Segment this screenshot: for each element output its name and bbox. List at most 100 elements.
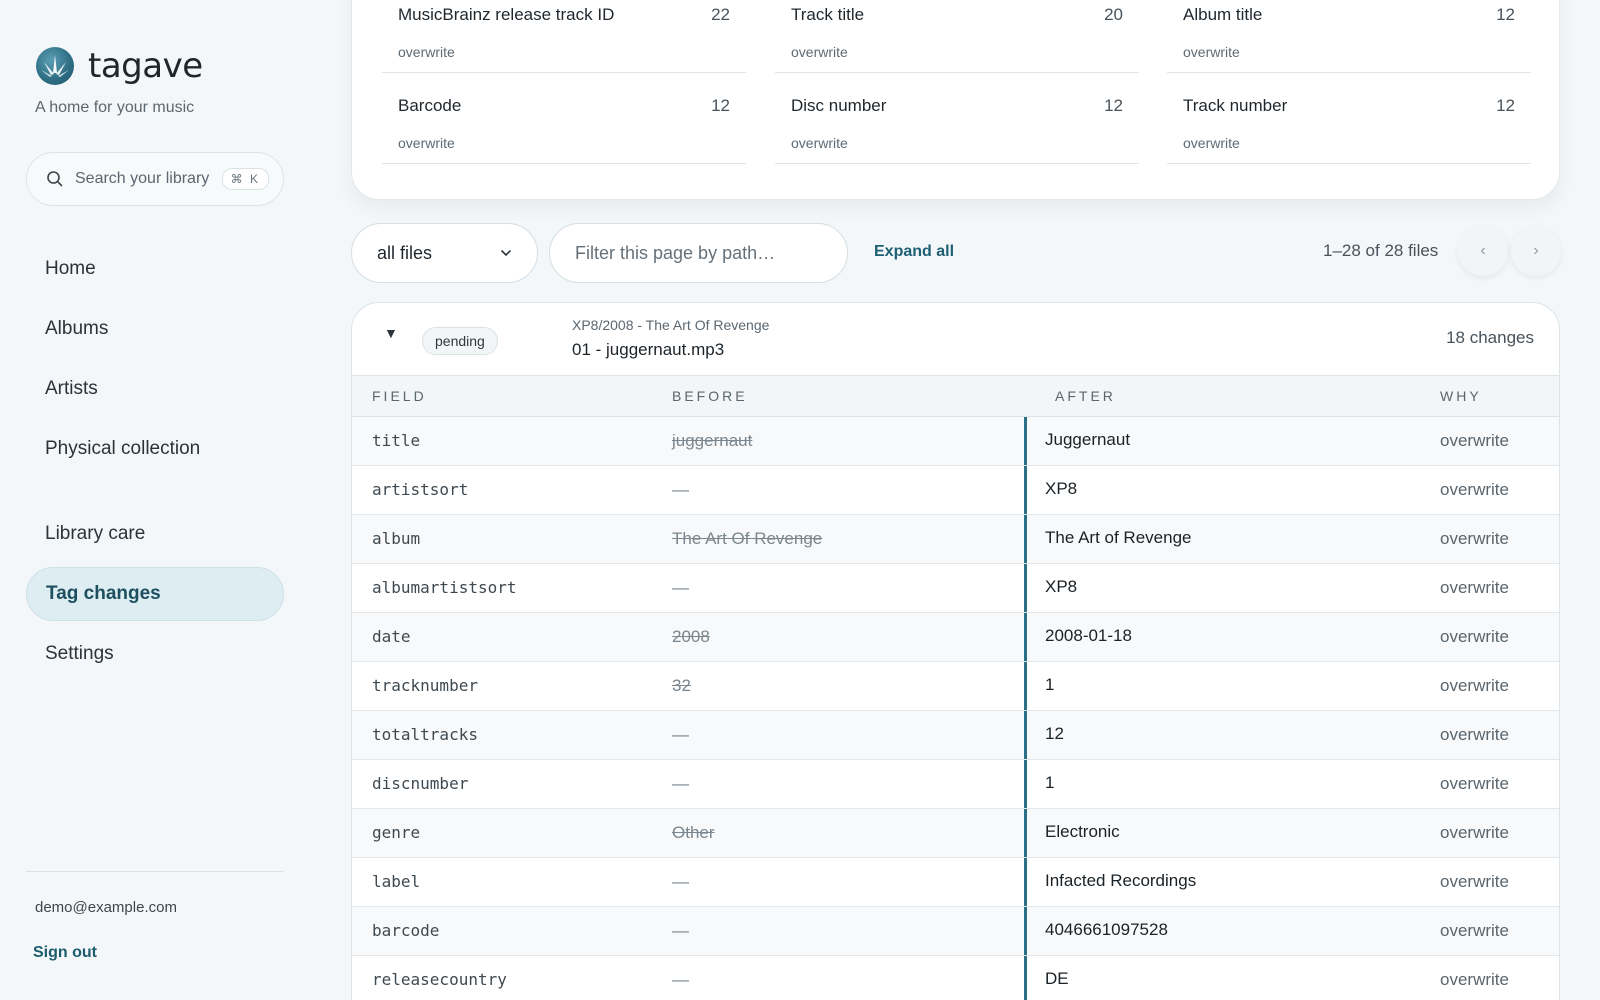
changes-table-body: title juggernaut Juggernaut overwrite artist… xyxy=(352,417,1559,1000)
file-scope-value: all files xyxy=(377,242,433,263)
after-value: XP8 xyxy=(1024,466,1394,514)
after-value: 1 xyxy=(1024,760,1394,808)
nav-item-physical-collection[interactable]: Physical collection xyxy=(26,422,284,476)
chevron-left-icon: ‹ xyxy=(1480,242,1486,259)
after-value: DE xyxy=(1024,956,1394,1000)
field-name: genre xyxy=(372,823,421,842)
file-scope-select[interactable]: all files xyxy=(351,223,538,283)
column-header-field: FIELD xyxy=(372,388,427,404)
column-header-after: AFTER xyxy=(1055,388,1116,404)
changes-table-header: FIELD BEFORE AFTER WHY xyxy=(352,376,1559,417)
account-email: demo@example.com xyxy=(35,899,177,916)
field-name: label xyxy=(372,872,421,891)
before-value: — xyxy=(672,725,689,744)
field-name: albumartistsort xyxy=(372,578,517,597)
brand-logo[interactable]: tagave xyxy=(36,46,203,86)
before-value: — xyxy=(672,921,689,940)
summary-field-name: Album title xyxy=(1183,5,1263,24)
summary-field-name: MusicBrainz release track ID xyxy=(398,5,615,24)
table-row: album The Art Of Revenge The Art of Reveng… xyxy=(352,515,1559,564)
after-value: The Art of Revenge xyxy=(1024,515,1394,563)
nav-item-settings[interactable]: Settings xyxy=(26,627,284,681)
change-reason: overwrite xyxy=(1440,725,1509,744)
before-value: 32 xyxy=(672,676,691,695)
field-summary-card: MusicBrainz release track ID 22 overwrit… xyxy=(351,0,1560,200)
summary-field-name: Barcode xyxy=(398,96,462,115)
summary-cell: Track number 12 overwrite xyxy=(1167,74,1531,164)
next-page-button[interactable]: › xyxy=(1511,226,1561,276)
agave-logo-icon xyxy=(36,47,74,85)
before-value: — xyxy=(672,480,689,499)
table-row: artistsort — XP8 overwrite xyxy=(352,466,1559,515)
file-folder-path: XP8/2008 - The Art Of Revenge xyxy=(572,317,770,333)
field-name: album xyxy=(372,529,421,548)
sign-out-link[interactable]: Sign out xyxy=(33,944,97,962)
file-change-card: ▼ pending XP8/2008 - The Art Of Revenge … xyxy=(351,302,1560,1000)
after-value: Juggernaut xyxy=(1024,417,1394,465)
status-badge: pending xyxy=(422,327,498,355)
summary-rule: overwrite xyxy=(398,44,455,60)
change-reason: overwrite xyxy=(1440,774,1509,793)
brand-name: tagave xyxy=(88,46,203,86)
field-name: discnumber xyxy=(372,774,469,793)
summary-rule: overwrite xyxy=(791,135,848,151)
after-value: XP8 xyxy=(1024,564,1394,612)
change-reason: overwrite xyxy=(1440,578,1509,597)
library-search[interactable]: Search your library ⌘ K xyxy=(26,152,284,206)
change-reason: overwrite xyxy=(1440,431,1509,450)
summary-field-name: Disc number xyxy=(791,96,887,115)
field-name: totaltracks xyxy=(372,725,478,744)
path-filter-input[interactable] xyxy=(549,223,848,283)
summary-rule: overwrite xyxy=(398,135,455,151)
summary-cell: MusicBrainz release track ID 22 overwrit… xyxy=(382,0,746,73)
after-value: 1 xyxy=(1024,662,1394,710)
table-row: discnumber — 1 overwrite xyxy=(352,760,1559,809)
summary-rule: overwrite xyxy=(1183,135,1240,151)
chevron-down-icon xyxy=(501,250,511,256)
summary-count: 12 xyxy=(711,96,730,115)
table-row: totaltracks — 12 overwrite xyxy=(352,711,1559,760)
change-reason: overwrite xyxy=(1440,676,1509,695)
summary-rule: overwrite xyxy=(791,44,848,60)
change-reason: overwrite xyxy=(1440,480,1509,499)
change-count: 18 changes xyxy=(1446,328,1534,347)
search-icon xyxy=(47,171,63,187)
column-header-why: WHY xyxy=(1440,388,1482,404)
before-value: The Art Of Revenge xyxy=(672,529,823,548)
nav-item-library-care[interactable]: Library care xyxy=(26,507,284,561)
table-row: genre Other Electronic overwrite xyxy=(352,809,1559,858)
before-value: Other xyxy=(672,823,715,842)
table-row: albumartistsort — XP8 overwrite xyxy=(352,564,1559,613)
nav-item-albums[interactable]: Albums xyxy=(26,302,284,356)
nav-item-artists[interactable]: Artists xyxy=(26,362,284,416)
nav-item-home[interactable]: Home xyxy=(26,242,284,296)
summary-cell: Barcode 12 overwrite xyxy=(382,74,746,164)
before-value: — xyxy=(672,578,689,597)
summary-field-name: Track title xyxy=(791,5,865,24)
field-name: artistsort xyxy=(372,480,469,499)
before-value: 2008 xyxy=(672,627,710,646)
table-row: date 2008 2008-01-18 overwrite xyxy=(352,613,1559,662)
search-shortcut-badge: ⌘ K xyxy=(221,168,269,190)
change-reason: overwrite xyxy=(1440,970,1509,989)
expand-all-button[interactable]: Expand all xyxy=(874,243,954,261)
table-row: tracknumber 32 1 overwrite xyxy=(352,662,1559,711)
after-value: 2008-01-18 xyxy=(1024,613,1394,661)
chevron-right-icon: › xyxy=(1533,242,1539,259)
field-name: barcode xyxy=(372,921,440,940)
prev-page-button[interactable]: ‹ xyxy=(1458,226,1508,276)
collapse-toggle-icon[interactable]: ▼ xyxy=(384,325,398,341)
change-reason: overwrite xyxy=(1440,921,1509,940)
before-value: — xyxy=(672,970,689,989)
summary-cell: Track title 20 overwrite xyxy=(775,0,1139,73)
field-name: title xyxy=(372,431,421,450)
change-reason: overwrite xyxy=(1440,872,1509,891)
nav-item-tag-changes[interactable]: Tag changes xyxy=(26,567,284,621)
field-name: date xyxy=(372,627,411,646)
summary-count: 20 xyxy=(1104,5,1123,24)
file-card-header[interactable]: ▼ pending XP8/2008 - The Art Of Revenge … xyxy=(352,303,1559,376)
summary-cell: Disc number 12 overwrite xyxy=(775,74,1139,164)
field-name: tracknumber xyxy=(372,676,478,695)
summary-field-name: Track number xyxy=(1183,96,1288,115)
after-value: 4046661097528 xyxy=(1024,907,1394,955)
